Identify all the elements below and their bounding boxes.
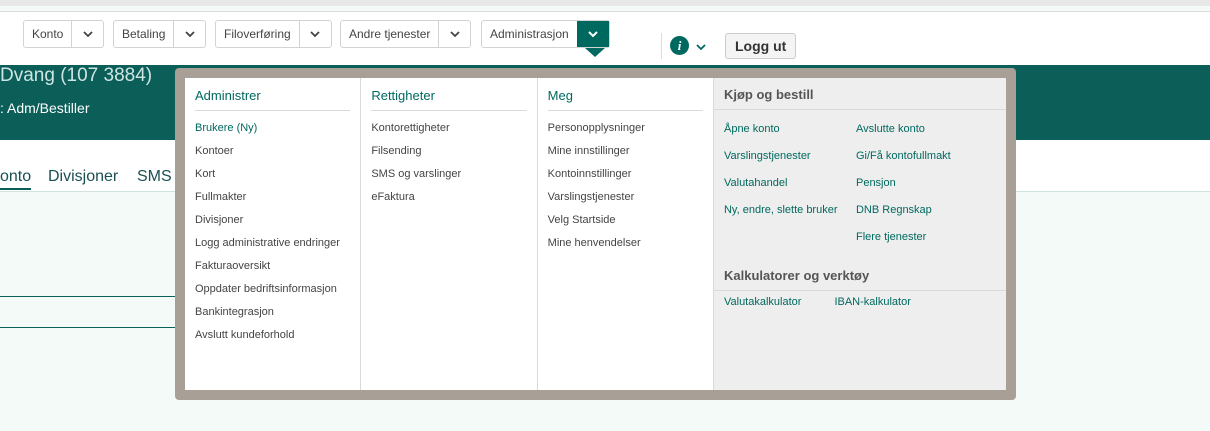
menu-item-bankintegrasjon[interactable]: Bankintegrasjon bbox=[195, 301, 350, 324]
menu-item-sms[interactable]: SMS og varslinger bbox=[371, 163, 526, 186]
link-kontofullmakt[interactable]: Gi/Få kontofullmakt bbox=[856, 143, 996, 170]
chevron-down-icon[interactable] bbox=[438, 21, 470, 47]
column-title: Administrer bbox=[195, 88, 351, 111]
administrasjon-dropdown: Administrer Brukere (Ny) Kontoer Kort Fu… bbox=[175, 68, 1016, 400]
info-icon[interactable]: i bbox=[670, 36, 689, 55]
divider bbox=[661, 33, 662, 59]
menu-item-kontoinnstillinger[interactable]: Kontoinnstillinger bbox=[548, 163, 703, 186]
chevron-down-icon[interactable] bbox=[71, 21, 103, 47]
column-administrer: Administrer Brukere (Ny) Kontoer Kort Fu… bbox=[185, 78, 362, 390]
link-varslingstjenester[interactable]: Varslingstjenester bbox=[724, 143, 856, 170]
menu-item-personopplysninger[interactable]: Personopplysninger bbox=[548, 117, 703, 140]
nav-administrasjon[interactable]: Administrasjon bbox=[481, 20, 610, 48]
divider bbox=[0, 327, 178, 328]
dropdown-caret bbox=[585, 48, 605, 57]
tab-divisjoner[interactable]: Divisjoner bbox=[48, 168, 118, 186]
browser-top-strip bbox=[0, 0, 1210, 6]
menu-item-mine-innstillinger[interactable]: Mine innstillinger bbox=[548, 140, 703, 163]
link-avslutte-konto[interactable]: Avslutte konto bbox=[856, 116, 996, 143]
nav-filoverforing[interactable]: Filoverføring bbox=[215, 20, 332, 48]
dropdown-content: Administrer Brukere (Ny) Kontoer Kort Fu… bbox=[185, 78, 1006, 390]
menu-item-filsending[interactable]: Filsending bbox=[371, 140, 526, 163]
nav-andre-tjenester-label[interactable]: Andre tjenester bbox=[341, 21, 438, 47]
chevron-down-icon[interactable] bbox=[695, 42, 707, 52]
grid-spacer bbox=[724, 224, 856, 251]
menu-item-avslutt[interactable]: Avslutt kundeforhold bbox=[195, 324, 350, 347]
company-name: Dvang (107 3884) bbox=[0, 65, 153, 86]
menu-item-divisjoner[interactable]: Divisjoner bbox=[195, 209, 350, 232]
menu-item-kort[interactable]: Kort bbox=[195, 163, 350, 186]
menu-item-mine-henvendelser[interactable]: Mine henvendelser bbox=[548, 232, 703, 255]
link-valutakalkulator[interactable]: Valutakalkulator bbox=[724, 295, 801, 310]
link-apne-konto[interactable]: Åpne konto bbox=[724, 116, 856, 143]
link-flere-tjenester[interactable]: Flere tjenester bbox=[856, 224, 996, 251]
menu-item-kontorettigheter[interactable]: Kontorettigheter bbox=[371, 117, 526, 140]
nav-betaling[interactable]: Betaling bbox=[113, 20, 207, 48]
menu-item-varslingstjenester[interactable]: Varslingstjenester bbox=[548, 186, 703, 209]
chevron-down-icon[interactable] bbox=[576, 21, 609, 47]
section-title: Kjøp og bestill bbox=[713, 87, 1006, 110]
chevron-down-icon[interactable] bbox=[298, 21, 331, 47]
tab-konto[interactable]: onto bbox=[0, 168, 32, 190]
section-title: Kalkulatorer og verktøy bbox=[713, 268, 1006, 291]
menu-item-fullmakter[interactable]: Fullmakter bbox=[195, 186, 350, 209]
nav-filoverforing-label[interactable]: Filoverføring bbox=[216, 21, 299, 47]
column-kjop-og-bestill: Kjøp og bestill Åpne konto Avslutte kont… bbox=[713, 78, 1006, 390]
logout-button[interactable]: Logg ut bbox=[725, 33, 797, 59]
menu-item-oppdater[interactable]: Oppdater bedriftsinformasjon bbox=[195, 278, 350, 301]
nav-betaling-label[interactable]: Betaling bbox=[114, 21, 173, 47]
column-rettigheter: Rettigheter Kontorettigheter Filsending … bbox=[361, 78, 538, 390]
nav-konto-label[interactable]: Konto bbox=[24, 21, 71, 47]
link-pensjon[interactable]: Pensjon bbox=[856, 170, 996, 197]
menu-item-brukere[interactable]: Brukere (Ny) bbox=[195, 117, 350, 140]
column-title: Rettigheter bbox=[371, 88, 527, 111]
menu-item-kontoer[interactable]: Kontoer bbox=[195, 140, 350, 163]
link-iban-kalkulator[interactable]: IBAN-kalkulator bbox=[834, 295, 910, 310]
menu-item-efaktura[interactable]: eFaktura bbox=[371, 186, 526, 209]
nav-andre-tjenester[interactable]: Andre tjenester bbox=[340, 20, 472, 48]
link-dnb-regnskap[interactable]: DNB Regnskap bbox=[856, 197, 996, 224]
column-title: Meg bbox=[547, 88, 703, 111]
menu-item-logg[interactable]: Logg administrative endringer bbox=[195, 232, 350, 255]
user-role: : Adm/Bestiller bbox=[0, 100, 90, 116]
chevron-down-icon[interactable] bbox=[173, 21, 205, 47]
column-meg: Meg Personopplysninger Mine innstillinge… bbox=[538, 78, 714, 390]
divider bbox=[0, 296, 178, 297]
nav-konto[interactable]: Konto bbox=[23, 20, 105, 48]
link-ny-endre-slette[interactable]: Ny, endre, slette bruker bbox=[724, 197, 856, 224]
link-valutahandel[interactable]: Valutahandel bbox=[724, 170, 856, 197]
menu-item-velg-startside[interactable]: Velg Startside bbox=[548, 209, 703, 232]
menu-item-fakturaoversikt[interactable]: Fakturaoversikt bbox=[195, 255, 350, 278]
nav-administrasjon-label[interactable]: Administrasjon bbox=[482, 21, 577, 47]
